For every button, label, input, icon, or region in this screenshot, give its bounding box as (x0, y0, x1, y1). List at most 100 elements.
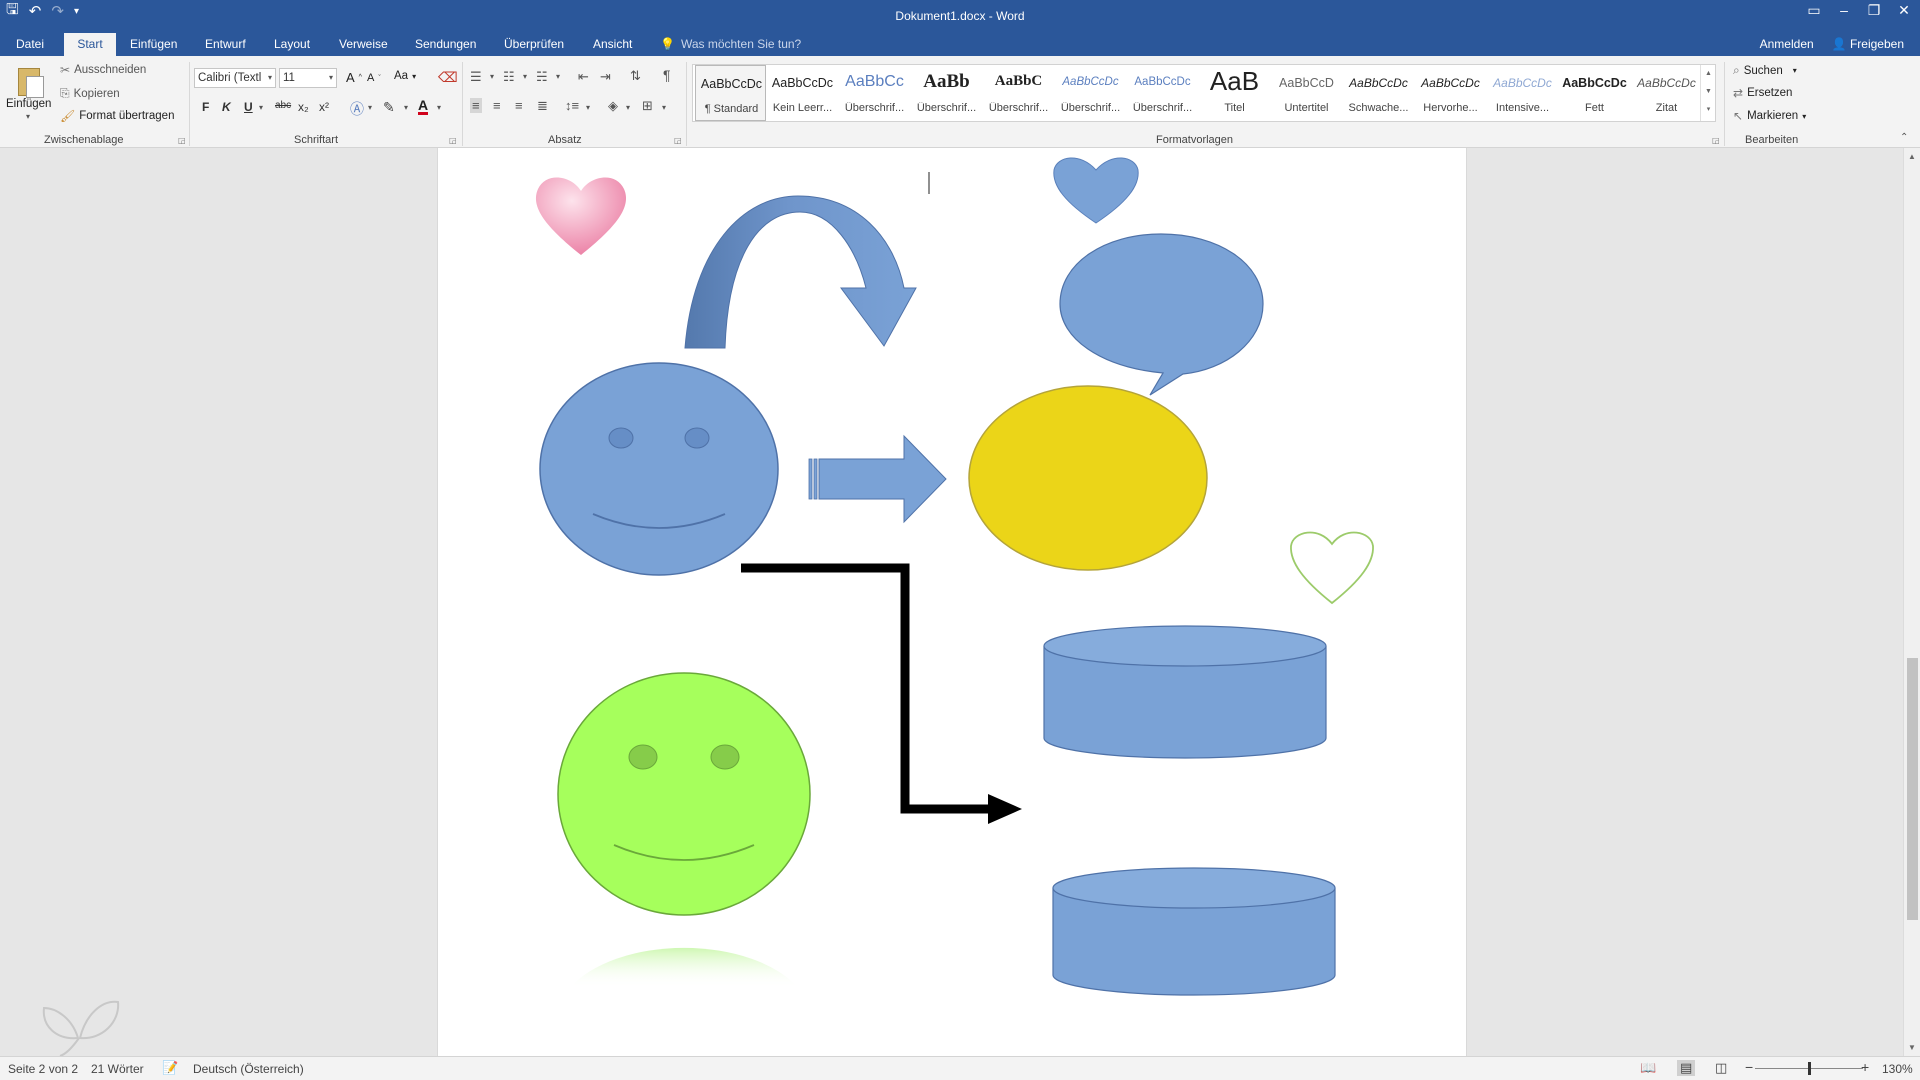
tab-ansicht[interactable]: Ansicht (583, 33, 642, 56)
superscript-button[interactable]: x² (319, 100, 329, 114)
decrease-indent-icon[interactable]: ⇤ (578, 69, 589, 85)
paste-dropdown-icon[interactable]: ▾ (26, 112, 30, 121)
tab-entwurf[interactable]: Entwurf (195, 33, 256, 56)
web-layout-icon[interactable]: ◫ (1715, 1060, 1727, 1076)
numbering-dropdown-icon[interactable]: ▾ (523, 72, 527, 81)
style-standard[interactable]: AaBbCcDc ¶ Standard (695, 65, 766, 121)
tab-ueberpruefen[interactable]: Überprüfen (494, 33, 574, 56)
scroll-down-icon[interactable]: ▼ (1904, 1043, 1920, 1052)
blue-smiley-face[interactable] (539, 362, 779, 576)
bold-button[interactable]: F (202, 100, 209, 114)
tab-verweise[interactable]: Verweise (329, 33, 398, 56)
style-strong[interactable]: AaBbCcDc Fett (1559, 65, 1630, 121)
striped-right-arrow-shape[interactable] (818, 434, 947, 524)
align-right-icon[interactable]: ≡ (515, 98, 523, 113)
minimize-icon[interactable]: – (1836, 2, 1852, 19)
scroll-thumb[interactable] (1907, 658, 1918, 920)
paste-label[interactable]: Einfügen (6, 98, 51, 110)
change-case-button[interactable]: Aa ▾ (394, 70, 416, 82)
bullets-dropdown-icon[interactable]: ▾ (490, 72, 494, 81)
clear-formatting-icon[interactable]: ⌫ (438, 69, 458, 86)
vertical-scrollbar[interactable]: ▲ ▼ (1903, 148, 1920, 1056)
style-heading-2[interactable]: AaBb Überschrif... (911, 65, 982, 121)
blue-heart-shape[interactable] (1053, 157, 1139, 224)
increase-indent-icon[interactable]: ⇥ (600, 69, 611, 85)
style-quote[interactable]: AaBbCcDc Zitat (1631, 65, 1702, 121)
font-name-combo[interactable]: Calibri (Textl ▾ (194, 68, 276, 88)
replace-button[interactable]: ⇄ Ersetzen (1733, 86, 1792, 100)
scroll-up-icon[interactable]: ▲ (1904, 152, 1920, 161)
zoom-in-icon[interactable]: + (1861, 1059, 1869, 1075)
gallery-more-icon[interactable]: ▾ (1701, 101, 1716, 119)
line-spacing-dropdown-icon[interactable]: ▾ (586, 103, 590, 112)
font-size-combo[interactable]: 11 ▾ (279, 68, 337, 88)
style-heading-4[interactable]: AaBbCcDc Überschrif... (1055, 65, 1126, 121)
clipboard-launcher-icon[interactable]: ◲ (178, 136, 186, 145)
style-heading-3[interactable]: AaBbC Überschrif... (983, 65, 1054, 121)
font-color-icon[interactable]: A (418, 98, 429, 115)
grow-font-button[interactable]: A ^ (346, 70, 362, 85)
bullets-icon[interactable]: ☰ (470, 69, 482, 85)
close-icon[interactable]: ✕ (1896, 2, 1912, 19)
gallery-up-icon[interactable]: ▲ (1701, 65, 1716, 83)
find-button[interactable]: ⌕ Suchen ▾ (1733, 63, 1797, 78)
paragraph-launcher-icon[interactable]: ◲ (674, 136, 682, 145)
numbering-icon[interactable]: ☷ (503, 69, 515, 85)
shrink-font-button[interactable]: Aˇ (367, 72, 381, 84)
cut-button[interactable]: ✂ Ausschneiden (60, 63, 146, 77)
share-button[interactable]: 👤 Freigeben (1832, 33, 1904, 56)
style-heading-1[interactable]: AaBbCc Überschrif... (839, 65, 910, 121)
multilevel-list-icon[interactable]: ☵ (536, 69, 548, 85)
pilcrow-icon[interactable]: ¶ (663, 67, 671, 83)
pink-heart-shape[interactable] (535, 177, 627, 255)
multilevel-dropdown-icon[interactable]: ▾ (556, 72, 560, 81)
justify-icon[interactable]: ≣ (537, 98, 548, 114)
zoom-slider-thumb[interactable] (1808, 1062, 1811, 1075)
style-subtitle[interactable]: AaBbCcD Untertitel (1271, 65, 1342, 121)
align-center-icon[interactable]: ≡ (493, 98, 501, 113)
curved-arrow-shape[interactable] (684, 195, 917, 349)
print-layout-icon[interactable]: ▤ (1677, 1060, 1696, 1076)
gallery-down-icon[interactable]: ▼ (1701, 83, 1716, 101)
status-language[interactable]: Deutsch (Österreich) (193, 1062, 304, 1076)
style-kein-leerraum[interactable]: AaBbCcDc Kein Leerr... (767, 65, 838, 121)
strikethrough-button[interactable]: abc (275, 100, 291, 111)
copy-button[interactable]: ⎘ Kopieren (60, 86, 120, 101)
format-painter-button[interactable]: 🖌 Format übertragen (60, 109, 174, 123)
select-button[interactable]: ↖ Markieren ▾ (1733, 109, 1806, 123)
yellow-ellipse-shape[interactable] (968, 385, 1208, 571)
font-color-dropdown-icon[interactable]: ▾ (437, 103, 441, 112)
style-heading-5[interactable]: AaBbCcDc Überschrif... (1127, 65, 1198, 121)
highlight-icon[interactable]: ✎ (383, 99, 395, 116)
proofing-icon[interactable]: 📝 (162, 1060, 178, 1076)
status-page[interactable]: Seite 2 von 2 (8, 1062, 78, 1076)
align-left-icon[interactable]: ≡ (470, 98, 482, 113)
style-emphasis[interactable]: AaBbCcDc Hervorhe... (1415, 65, 1486, 121)
tab-start[interactable]: Start (64, 33, 116, 56)
ribbon-display-icon[interactable]: ▭ (1806, 2, 1822, 19)
line-spacing-icon[interactable]: ↕≡ (565, 98, 579, 113)
tab-sendungen[interactable]: Sendungen (405, 33, 486, 56)
shading-icon[interactable]: ◈ (608, 98, 618, 114)
tell-me-box[interactable]: 💡 Was möchten Sie tun? (660, 33, 801, 56)
outline-heart-shape[interactable] (1290, 531, 1374, 605)
text-effects-icon[interactable]: Ⓐ (350, 99, 364, 119)
tab-layout[interactable]: Layout (264, 33, 320, 56)
font-launcher-icon[interactable]: ◲ (449, 136, 457, 145)
borders-icon[interactable]: ⊞ (642, 98, 653, 114)
subscript-button[interactable]: x₂ (298, 100, 309, 114)
zoom-level[interactable]: 130% (1882, 1062, 1913, 1076)
green-smiley-face[interactable] (557, 672, 811, 916)
borders-dropdown-icon[interactable]: ▾ (662, 103, 666, 112)
read-mode-icon[interactable]: 📖 (1640, 1060, 1656, 1076)
document-page[interactable] (437, 148, 1467, 1056)
tab-datei[interactable]: Datei (6, 33, 54, 56)
status-words[interactable]: 21 Wörter (91, 1062, 144, 1076)
collapse-ribbon-icon[interactable]: ⌃ (1900, 132, 1908, 143)
style-intense-emphasis[interactable]: AaBbCcDc Intensive... (1487, 65, 1558, 121)
tab-einfuegen[interactable]: Einfügen (120, 33, 187, 56)
restore-icon[interactable]: ❐ (1866, 2, 1882, 19)
underline-button[interactable]: U (244, 100, 253, 114)
highlight-dropdown-icon[interactable]: ▾ (404, 103, 408, 112)
sign-in-link[interactable]: Anmelden (1760, 33, 1814, 56)
